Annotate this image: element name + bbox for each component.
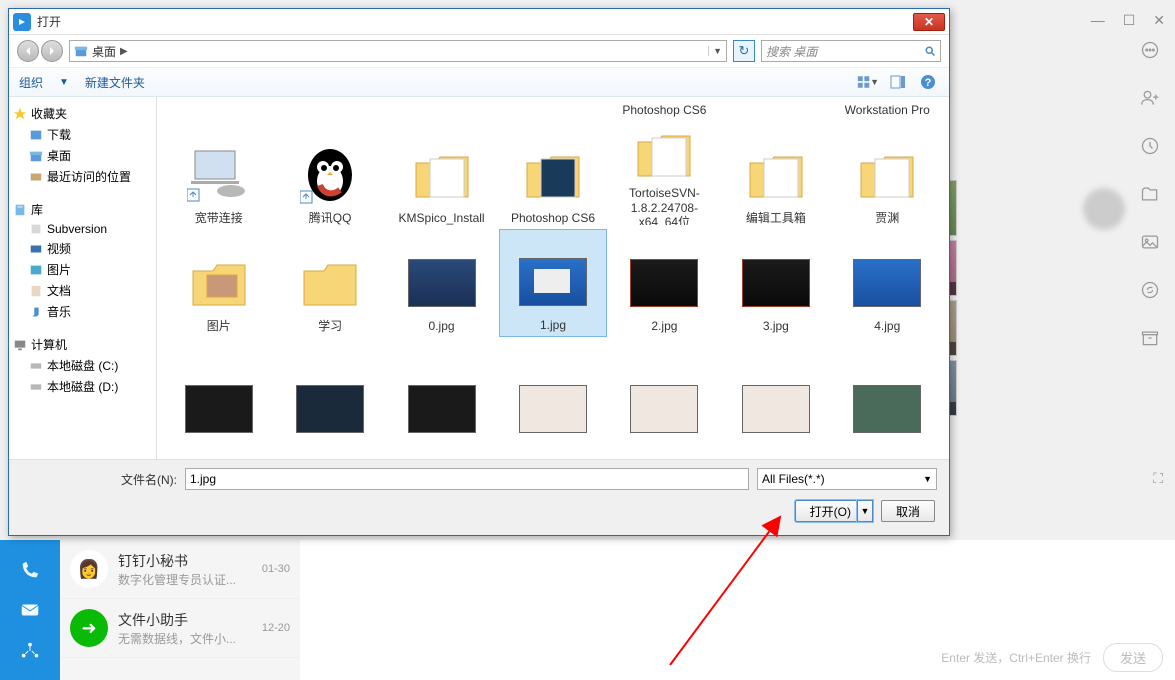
new-folder-button[interactable]: 新建文件夹	[85, 74, 145, 91]
link-icon[interactable]	[1140, 280, 1160, 300]
file-type-filter[interactable]: All Files(*.*)▼	[757, 468, 937, 490]
avatar[interactable]	[1083, 188, 1125, 230]
tree-item[interactable]: 本地磁盘 (C:)	[13, 355, 152, 376]
search-placeholder: 搜索 桌面	[766, 43, 817, 60]
file-item[interactable]: 宽带连接	[165, 121, 272, 229]
chat-list: 👩 钉钉小秘书 数字化管理专员认证... 01-30 ➜ 文件小助手 无需数据线…	[60, 540, 300, 680]
tree-computer[interactable]: 计算机	[13, 334, 152, 355]
file-item[interactable]: Photoshop CS6	[611, 97, 718, 121]
organize-menu[interactable]: 组织	[19, 74, 43, 91]
file-item[interactable]: 3.jpg	[722, 229, 829, 337]
view-mode-button[interactable]: ▼	[857, 72, 879, 92]
cancel-button[interactable]: 取消	[881, 500, 935, 522]
add-user-icon[interactable]	[1140, 88, 1160, 108]
file-item[interactable]: KMSpico_Install	[388, 121, 495, 229]
tree-favorites[interactable]: 收藏夹	[13, 103, 152, 124]
image-icon[interactable]	[1140, 232, 1160, 252]
file-item[interactable]	[611, 337, 718, 445]
chat-name: 钉钉小秘书	[118, 551, 252, 571]
phone-icon[interactable]	[19, 559, 41, 581]
right-sidebar	[1125, 40, 1175, 348]
file-item[interactable]: 4.jpg	[834, 229, 941, 337]
input-hint: Enter 发送，Ctrl+Enter 换行	[941, 649, 1091, 666]
preview-pane-button[interactable]	[887, 72, 909, 92]
folder-icon[interactable]	[1140, 184, 1160, 204]
tree-item[interactable]: 桌面	[13, 145, 152, 166]
file-item[interactable]: Workstation Pro	[834, 97, 941, 121]
file-item[interactable]: TortoiseSVN-1.8.2.24708-x64_64位	[611, 121, 718, 229]
chevron-right-icon[interactable]: ▶	[120, 46, 128, 57]
tree-item[interactable]: 本地磁盘 (D:)	[13, 376, 152, 397]
send-button[interactable]: 发送	[1103, 643, 1163, 672]
file-item[interactable]: 学习	[276, 229, 383, 337]
chat-date: 01-30	[262, 563, 290, 575]
file-item[interactable]: 2.jpg	[611, 229, 718, 337]
file-item[interactable]	[165, 337, 272, 445]
tree-item[interactable]: 最近访问的位置	[13, 166, 152, 187]
chat-item[interactable]: 👩 钉钉小秘书 数字化管理专员认证... 01-30	[60, 540, 300, 599]
file-grid[interactable]: Photoshop CS6 Workstation Pro 宽带连接 腾讯QQ …	[157, 97, 949, 459]
back-button[interactable]	[17, 40, 39, 62]
chat-preview: 数字化管理专员认证...	[118, 571, 248, 588]
open-button[interactable]: 打开(O)	[795, 500, 857, 522]
file-item[interactable]: 编辑工具箱	[722, 121, 829, 229]
dialog-close-button[interactable]: ✕	[913, 13, 945, 31]
chat-preview: 无需数据线，文件小...	[118, 630, 248, 647]
filename-label: 文件名(N):	[121, 471, 177, 488]
clock-icon[interactable]	[1140, 136, 1160, 156]
path-segment[interactable]: 桌面	[92, 43, 116, 60]
more-icon[interactable]	[1140, 40, 1160, 60]
help-button[interactable]: ?	[917, 72, 939, 92]
expand-icon[interactable]: ⛶	[1153, 470, 1163, 487]
open-dropdown[interactable]: ▼	[857, 500, 873, 522]
file-item[interactable]: 图片	[165, 229, 272, 337]
dialog-app-icon	[13, 13, 31, 31]
archive-icon[interactable]	[1140, 328, 1160, 348]
file-item[interactable]: 腾讯QQ	[276, 121, 383, 229]
file-item[interactable]	[722, 337, 829, 445]
tree-item[interactable]: 图片	[13, 259, 152, 280]
file-item[interactable]	[499, 337, 606, 445]
mail-icon[interactable]	[19, 599, 41, 621]
tree-item[interactable]: 文档	[13, 280, 152, 301]
file-item[interactable]	[388, 337, 495, 445]
search-box[interactable]: 搜索 桌面	[761, 40, 941, 62]
file-item-selected[interactable]: 1.jpg	[499, 229, 606, 337]
toolbar: 组织 ▼ 新建文件夹 ▼ ?	[9, 67, 949, 97]
left-nav	[0, 540, 60, 680]
dialog-titlebar[interactable]: 打开 ✕	[9, 9, 949, 35]
close-button[interactable]: ✕	[1153, 12, 1165, 29]
file-item[interactable]: 贾渊	[834, 121, 941, 229]
tree-item[interactable]: 下载	[13, 124, 152, 145]
avatar: ➜	[70, 609, 108, 647]
filename-input[interactable]	[185, 468, 749, 490]
file-item[interactable]: 0.jpg	[388, 229, 495, 337]
file-item[interactable]: Photoshop CS6	[499, 121, 606, 229]
chat-right-panel: ⛶ Enter 发送，Ctrl+Enter 换行 发送	[300, 540, 1175, 680]
tree-item[interactable]: Subversion	[13, 220, 152, 238]
file-item[interactable]	[276, 337, 383, 445]
chat-item[interactable]: ➜ 文件小助手 无需数据线，文件小... 12-20	[60, 599, 300, 658]
dialog-footer: 文件名(N): All Files(*.*)▼ 打开(O) ▼ 取消	[9, 459, 949, 535]
file-open-dialog: 打开 ✕ 桌面 ▶ ▼ ↻ 搜索 桌面 组织 ▼ 新建文件夹 ▼ ?	[8, 8, 950, 536]
tree-item[interactable]: 视频	[13, 238, 152, 259]
nav-row: 桌面 ▶ ▼ ↻ 搜索 桌面	[9, 35, 949, 67]
chat-name: 文件小助手	[118, 610, 252, 630]
path-dropdown[interactable]: ▼	[708, 46, 722, 56]
file-item[interactable]	[834, 337, 941, 445]
minimize-button[interactable]: —	[1091, 12, 1105, 29]
folder-tree: 收藏夹 下载 桌面 最近访问的位置 库 Subversion 视频 图片 文档 …	[9, 97, 157, 459]
forward-button[interactable]	[41, 40, 63, 62]
tree-item[interactable]: 音乐	[13, 301, 152, 322]
svg-text:?: ?	[925, 77, 932, 89]
refresh-button[interactable]: ↻	[733, 40, 755, 62]
network-icon[interactable]	[19, 640, 41, 662]
dialog-title: 打开	[37, 13, 913, 30]
chat-date: 12-20	[262, 622, 290, 634]
maximize-button[interactable]: ☐	[1123, 12, 1136, 29]
tree-libraries[interactable]: 库	[13, 199, 152, 220]
avatar: 👩	[70, 550, 108, 588]
app-window-controls: — ☐ ✕	[1091, 12, 1165, 29]
path-box[interactable]: 桌面 ▶ ▼	[69, 40, 727, 62]
